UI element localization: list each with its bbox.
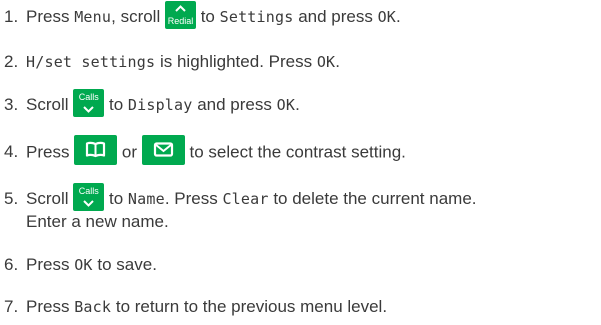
display-word-settings: Settings — [219, 8, 294, 26]
step-5: 5. Scroll Calls to Name. Press Clear to d… — [4, 183, 597, 233]
step-number: 7. — [4, 297, 19, 316]
step-number: 2. — [4, 52, 19, 71]
display-word-hset-settings: H/set settings — [26, 53, 156, 71]
chevron-down-icon — [83, 106, 94, 113]
step-number: 4. — [4, 142, 19, 162]
calls-down-key: Calls — [73, 183, 105, 212]
step-4: 4. Press or to select the contrast settin… — [4, 135, 597, 165]
step-text: . — [396, 7, 401, 26]
chevron-down-icon — [83, 200, 94, 207]
display-word-ok: OK — [276, 96, 296, 114]
step-number: 1. — [4, 7, 19, 26]
key-label: Redial — [167, 16, 194, 27]
display-word-ok: OK — [316, 53, 336, 71]
calls-down-key: Calls — [73, 89, 105, 118]
step-text: to delete the current name. — [268, 189, 477, 208]
step-text: to return to the previous menu level. — [111, 297, 388, 316]
display-word-ok: OK — [74, 256, 93, 274]
step-text: to — [200, 7, 220, 26]
display-word-ok: OK — [377, 8, 397, 26]
envelope-icon — [153, 142, 173, 157]
step-text: Press — [26, 255, 75, 274]
sms-key — [141, 135, 185, 165]
step-text: . Press — [164, 189, 223, 208]
step-text: . — [335, 52, 341, 71]
redial-up-key: Redial — [164, 1, 196, 30]
step-text: Press — [26, 142, 75, 162]
step-text: and press — [192, 95, 277, 114]
step-text: Scroll — [26, 95, 74, 114]
key-label: Calls — [78, 92, 99, 103]
chevron-up-icon — [175, 5, 186, 12]
step-text: to select the contrast setting. — [189, 142, 406, 162]
step-text: or — [121, 142, 142, 162]
step-3: 3. Scroll Calls to Display and press OK. — [4, 89, 597, 118]
display-word-menu: Menu — [74, 8, 112, 26]
step-number: 6. — [4, 255, 19, 274]
step-text: is highlighted. Press — [155, 52, 317, 71]
step-number: 3. — [4, 95, 19, 114]
step-text: to — [108, 95, 128, 114]
step-2: 2. H/set settings is highlighted. Press O… — [4, 51, 597, 73]
step-text: Press — [26, 7, 75, 26]
step-text: . — [295, 95, 300, 114]
step-text: Press — [26, 297, 75, 316]
step-7: 7. Press Back to return to the previous m… — [4, 296, 597, 318]
step-6: 6. Press OK to save. — [4, 254, 597, 276]
phonebook-key — [74, 135, 118, 165]
instructions-page: 1. Press Menu, scroll Redial to Settings … — [0, 0, 601, 325]
step-text: to — [108, 189, 128, 208]
display-word-clear: Clear — [222, 190, 269, 208]
step-text: Scroll — [26, 189, 74, 208]
step-1: 1. Press Menu, scroll Redial to Settings … — [4, 1, 597, 30]
step-number: 5. — [4, 189, 19, 208]
phonebook-book-icon — [86, 141, 106, 158]
display-word-display: Display — [127, 96, 193, 114]
key-label: Calls — [78, 186, 99, 197]
step-text: to save. — [92, 255, 157, 274]
step-text: , scroll — [111, 7, 165, 26]
step-text: and press — [293, 7, 378, 26]
display-word-name: Name — [127, 190, 165, 208]
step-text-continued: Enter a new name. — [26, 212, 169, 232]
display-word-back: Back — [74, 298, 112, 316]
